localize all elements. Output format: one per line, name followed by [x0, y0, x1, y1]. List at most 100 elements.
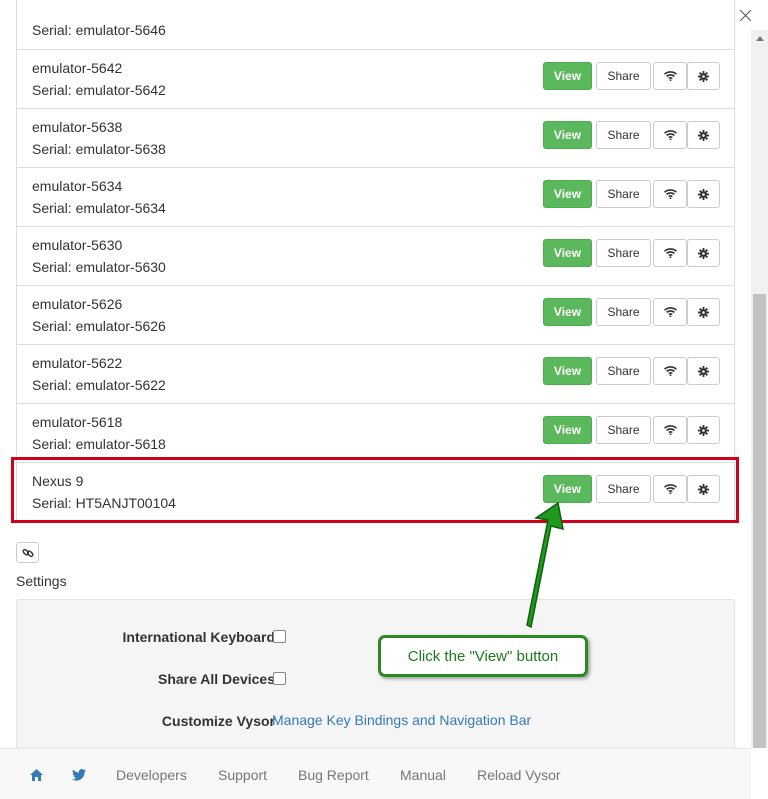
device-serial: Serial: emulator-5618 — [32, 436, 166, 452]
wifi-icon — [663, 130, 677, 140]
share-button[interactable]: Share — [596, 298, 651, 326]
settings-title: Settings — [16, 573, 67, 589]
device-serial: Serial: emulator-5630 — [32, 259, 166, 275]
chevron-up-icon — [755, 36, 764, 41]
device-name: emulator-5630 — [32, 237, 123, 253]
gear-icon — [698, 365, 709, 377]
wifi-button[interactable] — [653, 357, 687, 385]
wifi-icon — [663, 425, 677, 435]
device-serial: Serial: emulator-5638 — [32, 141, 166, 157]
device-name: emulator-5634 — [32, 178, 123, 194]
wifi-button[interactable] — [653, 475, 687, 503]
bug-report-link[interactable]: Bug Report — [298, 767, 369, 783]
settings-button[interactable] — [687, 475, 720, 503]
gear-icon — [698, 483, 709, 495]
device-name: emulator-5642 — [32, 60, 123, 76]
settings-panel — [16, 599, 735, 759]
wifi-icon — [663, 366, 677, 376]
international-keyboard-label: International Keyboard — [122, 629, 275, 645]
device-serial: Serial: emulator-5626 — [32, 318, 166, 334]
footer-nav: Developers Support Bug Report Manual Rel… — [0, 748, 751, 799]
gear-icon — [698, 70, 709, 82]
share-button[interactable]: Share — [596, 62, 651, 90]
home-icon — [30, 769, 43, 781]
wifi-button[interactable] — [653, 416, 687, 444]
link-button[interactable] — [16, 542, 39, 563]
gear-icon — [698, 129, 709, 141]
manage-key-bindings-link[interactable]: Manage Key Bindings and Navigation Bar — [272, 712, 531, 728]
international-keyboard-checkbox[interactable] — [273, 630, 286, 643]
device-serial: Serial: emulator-5634 — [32, 200, 166, 216]
device-row: emulator-5638 Serial: emulator-5638 View Sh… — [16, 108, 735, 168]
wifi-icon — [663, 484, 677, 494]
gear-icon — [698, 424, 709, 436]
device-row: emulator-5634 Serial: emulator-5634 View Sh… — [16, 167, 735, 227]
view-button[interactable]: View — [543, 62, 592, 90]
view-button[interactable]: View — [543, 180, 592, 208]
scrollbar-thumb[interactable] — [753, 294, 766, 748]
share-button[interactable]: Share — [596, 180, 651, 208]
developers-link[interactable]: Developers — [116, 767, 187, 783]
wifi-icon — [663, 248, 677, 258]
gear-icon — [698, 306, 709, 318]
twitter-icon — [72, 769, 86, 781]
wifi-button[interactable] — [653, 62, 687, 90]
device-row: emulator-5626 Serial: emulator-5626 View Sh… — [16, 285, 735, 345]
settings-button[interactable] — [687, 121, 720, 149]
device-row-partial: Serial: emulator-5646 — [16, 0, 735, 50]
device-serial: Serial: emulator-5642 — [32, 82, 166, 98]
manual-link[interactable]: Manual — [400, 767, 446, 783]
device-serial: Serial: emulator-5646 — [32, 22, 166, 38]
wifi-button[interactable] — [653, 121, 687, 149]
device-serial: Serial: emulator-5622 — [32, 377, 166, 393]
device-serial: Serial: HT5ANJT00104 — [32, 495, 176, 511]
share-all-devices-label: Share All Devices — [158, 671, 275, 687]
settings-button[interactable] — [687, 180, 720, 208]
device-name: Nexus 9 — [32, 473, 84, 489]
view-button[interactable]: View — [543, 416, 592, 444]
reload-vysor-link[interactable]: Reload Vysor — [477, 767, 561, 783]
share-button[interactable]: Share — [596, 357, 651, 385]
device-name: emulator-5626 — [32, 296, 123, 312]
view-button[interactable]: View — [543, 121, 592, 149]
wifi-button[interactable] — [653, 298, 687, 326]
settings-button[interactable] — [687, 239, 720, 267]
device-row: Nexus 9 Serial: HT5ANJT00104 View Share — [16, 462, 735, 522]
device-row: emulator-5642 Serial: emulator-5642 View Sh… — [16, 49, 735, 109]
settings-button[interactable] — [687, 62, 720, 90]
scroll-up-button[interactable] — [751, 30, 768, 47]
gear-icon — [698, 188, 709, 200]
share-all-devices-checkbox[interactable] — [273, 672, 286, 685]
twitter-link[interactable] — [72, 768, 86, 784]
home-link[interactable] — [30, 768, 43, 784]
view-button[interactable]: View — [543, 239, 592, 267]
device-row: emulator-5630 Serial: emulator-5630 View Sh… — [16, 226, 735, 286]
device-row: emulator-5622 Serial: emulator-5622 View Sh… — [16, 344, 735, 404]
share-button[interactable]: Share — [596, 416, 651, 444]
share-button[interactable]: Share — [596, 121, 651, 149]
device-name: emulator-5618 — [32, 414, 123, 430]
view-button[interactable]: View — [543, 357, 592, 385]
settings-button[interactable] — [687, 298, 720, 326]
wifi-button[interactable] — [653, 180, 687, 208]
callout-box: Click the "View" button — [378, 635, 588, 677]
scrollbar[interactable] — [751, 30, 768, 748]
gear-icon — [698, 247, 709, 259]
view-button[interactable]: View — [543, 475, 592, 503]
wifi-button[interactable] — [653, 239, 687, 267]
close-icon — [739, 9, 751, 21]
wifi-icon — [663, 189, 677, 199]
wifi-icon — [663, 71, 677, 81]
settings-button[interactable] — [687, 416, 720, 444]
view-button[interactable]: View — [543, 298, 592, 326]
share-button[interactable]: Share — [596, 475, 651, 503]
support-link[interactable]: Support — [218, 767, 267, 783]
settings-button[interactable] — [687, 357, 720, 385]
link-icon — [21, 548, 34, 557]
device-row: emulator-5618 Serial: emulator-5618 View Sh… — [16, 403, 735, 463]
device-name: emulator-5638 — [32, 119, 123, 135]
wifi-icon — [663, 307, 677, 317]
device-name: emulator-5622 — [32, 355, 123, 371]
share-button[interactable]: Share — [596, 239, 651, 267]
customize-vysor-label: Customize Vysor — [161, 713, 275, 729]
